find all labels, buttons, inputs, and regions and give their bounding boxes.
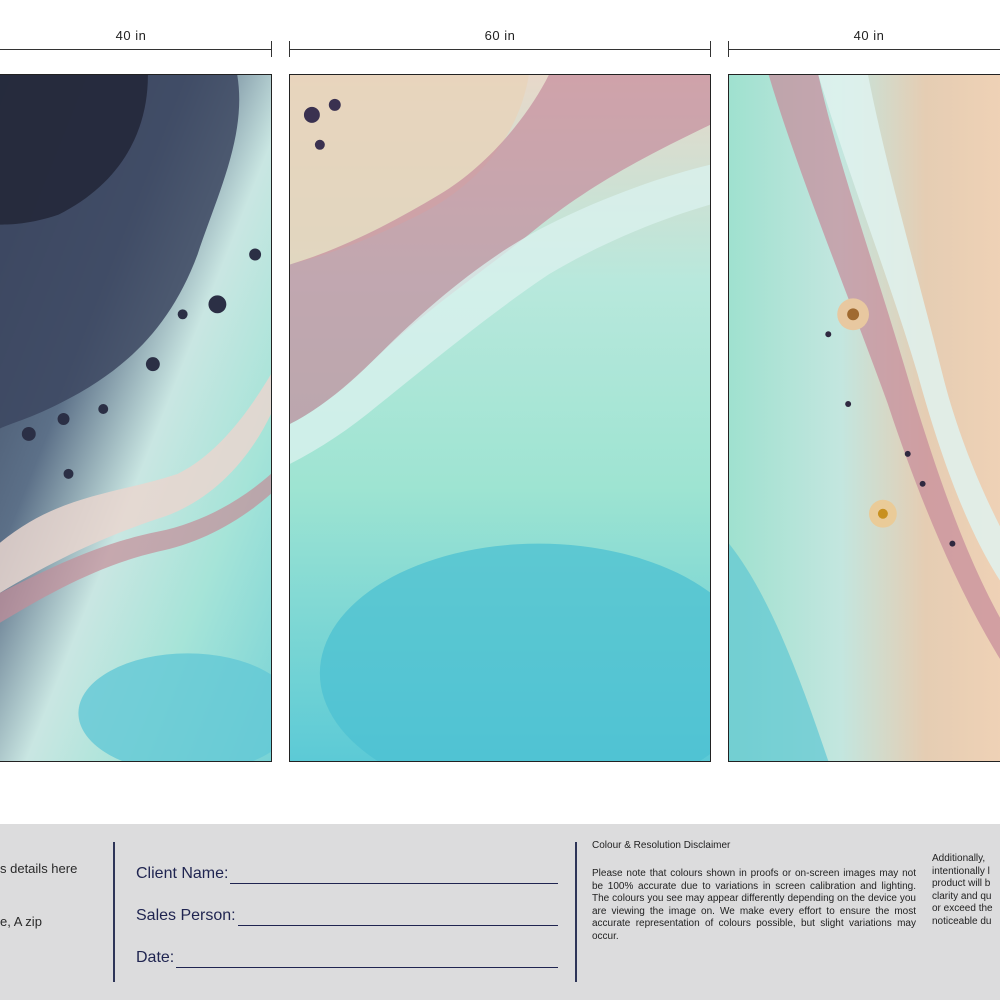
dimension-label-right: 40 in bbox=[853, 28, 885, 43]
artwork-panel-right bbox=[728, 74, 1000, 762]
sales-person-field[interactable]: Sales Person: bbox=[136, 904, 558, 926]
dimension-tick bbox=[710, 41, 711, 57]
sales-person-line[interactable] bbox=[237, 911, 558, 926]
dimension-tick bbox=[728, 41, 729, 57]
dimension-tick bbox=[289, 41, 290, 57]
disclaimer-extra-line: clarity and qu bbox=[932, 890, 992, 902]
dimension-label-left: 40 in bbox=[115, 28, 147, 43]
agate-image-right bbox=[729, 75, 1000, 761]
date-line[interactable] bbox=[176, 953, 558, 968]
artwork-panel-center bbox=[289, 74, 711, 762]
dimension-right: 40 in bbox=[728, 28, 1000, 57]
dimension-left: 40 in bbox=[0, 28, 272, 57]
dimension-center: 60 in bbox=[289, 28, 711, 57]
footer-divider-left bbox=[113, 842, 115, 982]
agate-image-left bbox=[0, 75, 271, 761]
disclaimer-extra-line: Additionally, bbox=[932, 853, 986, 864]
disclaimer-body: Please note that colours shown in proofs… bbox=[592, 868, 916, 942]
dimension-tick bbox=[271, 41, 272, 57]
dimension-line bbox=[728, 49, 1000, 50]
disclaimer-title: Colour & Resolution Disclaimer bbox=[592, 840, 731, 851]
footer-divider-right bbox=[575, 842, 577, 982]
date-field[interactable]: Date: bbox=[136, 946, 558, 968]
disclaimer-extra-line: noticeable du bbox=[932, 915, 992, 927]
disclaimer-extra-line: or exceed the bbox=[932, 903, 993, 914]
client-name-field[interactable]: Client Name: bbox=[136, 862, 558, 884]
dimension-label-center: 60 in bbox=[484, 28, 516, 43]
client-name-line[interactable] bbox=[230, 869, 558, 884]
disclaimer-continued: Additionally, intentionally l product wi… bbox=[932, 853, 1000, 928]
client-name-label: Client Name: bbox=[136, 865, 229, 882]
disclaimer-extra-line: product will b bbox=[932, 878, 991, 889]
address-line-2: e, A zip bbox=[0, 914, 42, 929]
disclaimer-extra-line: intentionally l bbox=[932, 865, 990, 877]
agate-image-center bbox=[290, 75, 710, 761]
sales-person-label: Sales Person: bbox=[136, 907, 236, 924]
address-line-1: s details here bbox=[0, 861, 78, 876]
artwork-panel-left bbox=[0, 74, 272, 762]
dimension-line bbox=[289, 49, 711, 50]
date-label: Date: bbox=[136, 949, 175, 966]
dimension-line bbox=[0, 49, 272, 50]
